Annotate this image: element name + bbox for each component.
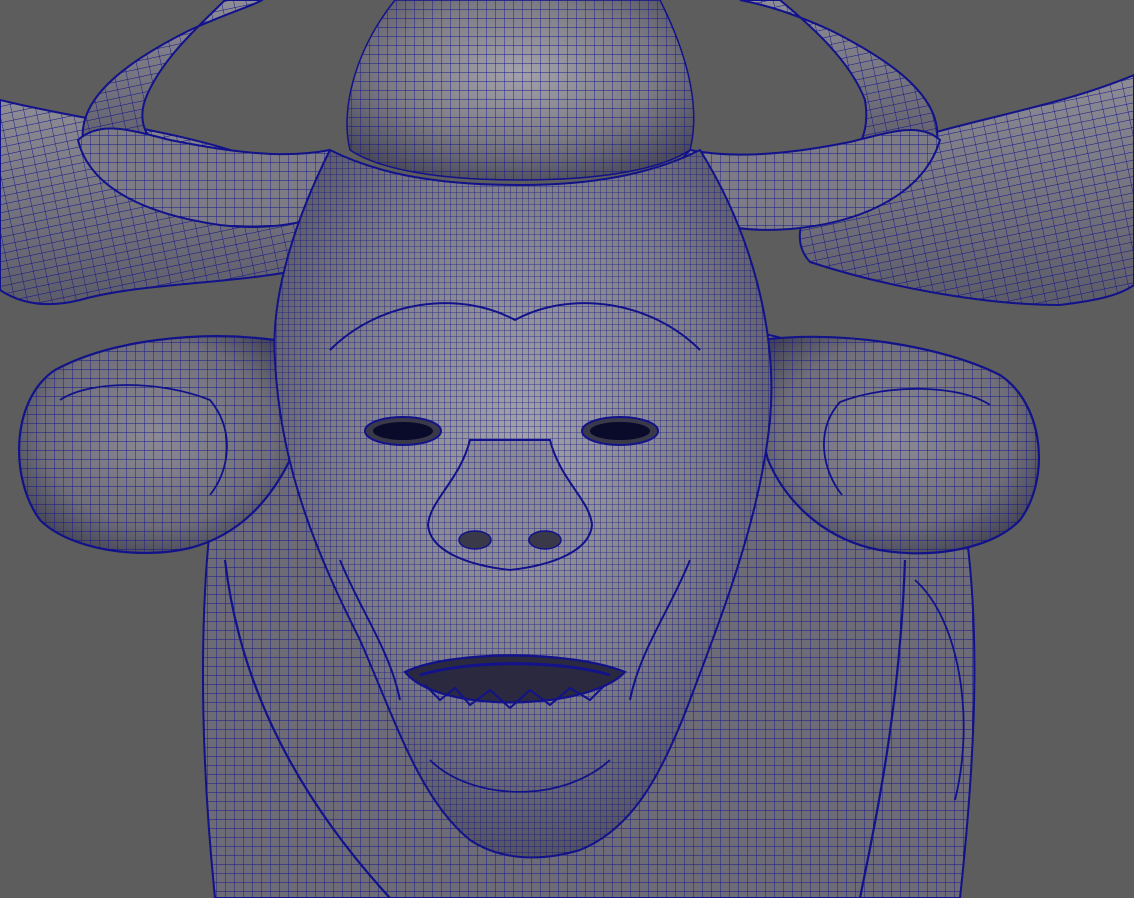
head-crown [346,0,695,181]
right-eye [581,416,659,446]
viewport-canvas[interactable] [0,0,1134,898]
left-eye [364,416,442,446]
viewport-3d[interactable] [0,0,1134,898]
